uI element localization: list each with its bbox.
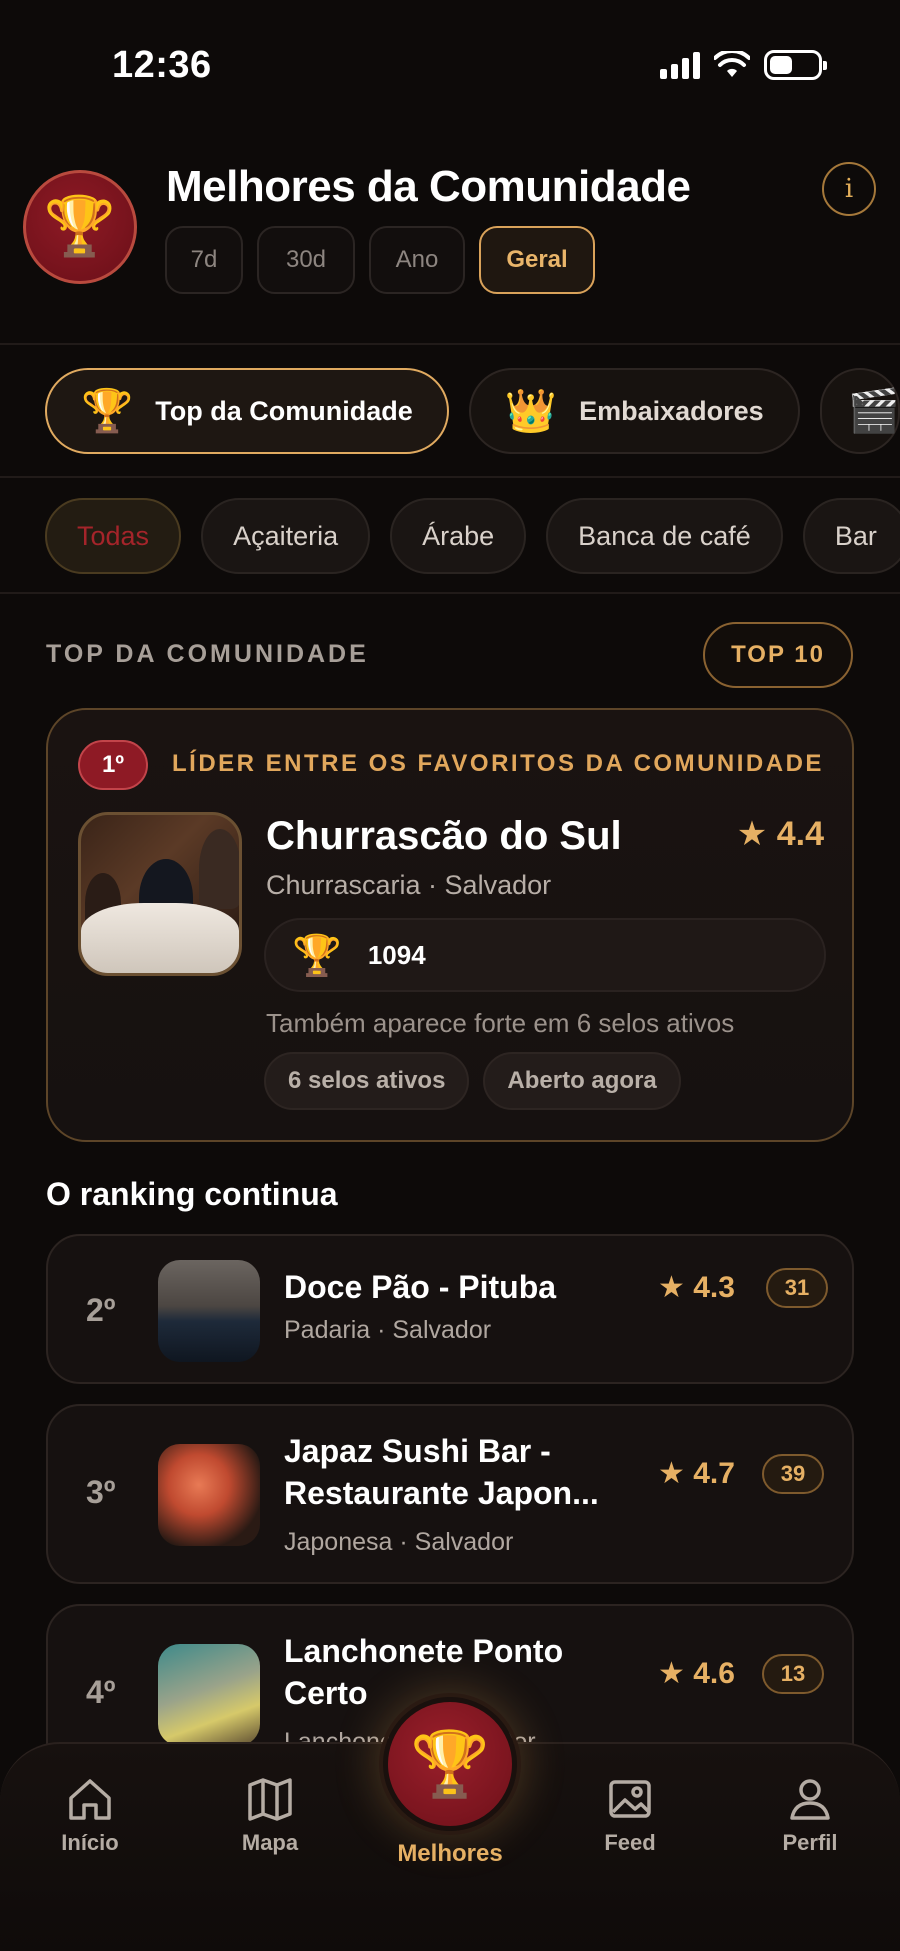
signal-icon	[660, 51, 700, 79]
page-title: Melhores da Comunidade	[166, 162, 691, 211]
section-tabs: 🏆 Top da Comunidade 👑 Embaixadores 🎬	[45, 368, 900, 454]
nav-profile[interactable]: Perfil	[750, 1774, 870, 1856]
status-time: 12:36	[112, 44, 212, 86]
section-label: TOP DA COMUNIDADE	[46, 640, 369, 668]
status-bar: 12:36	[0, 0, 900, 130]
info-button[interactable]: i	[822, 162, 876, 216]
trophy-icon: 🏆	[292, 933, 342, 978]
nav-label: Início	[61, 1830, 119, 1855]
seals-pill: 6 selos ativos	[264, 1052, 470, 1110]
leader-tag: LÍDER ENTRE OS FAVORITOS DA COMUNIDADE	[172, 750, 824, 777]
votes-bar: 🏆 1094	[264, 918, 826, 992]
nav-label: Perfil	[782, 1830, 838, 1855]
restaurant-subtitle: Padaria · Salvador	[284, 1316, 492, 1344]
map-icon	[248, 1778, 292, 1821]
battery-icon	[764, 50, 827, 80]
chip-arabe[interactable]: Árabe	[390, 498, 527, 574]
ranking-title: O ranking continua	[46, 1176, 338, 1212]
restaurant-name: Doce Pão - Pituba	[284, 1269, 557, 1305]
period-ano[interactable]: Ano	[369, 226, 465, 294]
clapper-icon: 🎬	[847, 386, 900, 434]
wifi-icon	[714, 51, 750, 77]
top-10-button[interactable]: TOP 10	[703, 622, 853, 688]
trophy-icon: 🏆	[23, 170, 137, 284]
leader-pills: 6 selos ativos Aberto agora	[264, 1052, 681, 1110]
tab-top-da-comunidade[interactable]: 🏆 Top da Comunidade	[45, 368, 449, 454]
tab-label: Embaixadores	[579, 395, 764, 426]
restaurant-name: Churrascão do Sul	[266, 814, 622, 858]
chip-acaiteria[interactable]: Açaiteria	[201, 498, 371, 574]
rating: ★ 4.7	[658, 1457, 735, 1490]
chip-banca-de-cafe[interactable]: Banca de café	[546, 498, 783, 574]
chip-bar[interactable]: Bar	[802, 498, 900, 574]
period-30d[interactable]: 30d	[257, 226, 355, 294]
open-now-pill: Aberto agora	[483, 1052, 681, 1110]
ranking-item[interactable]: 3º Japaz Sushi Bar - Restaurante Japon..…	[46, 1404, 854, 1584]
period-filter: 7d 30d Ano Geral	[165, 226, 595, 294]
votes-count: 1094	[367, 939, 426, 970]
rating: ★ 4.4	[736, 815, 824, 853]
page-header: 🏆 Melhores da Comunidade i 7d 30d Ano Ge…	[0, 160, 900, 340]
divider	[0, 592, 900, 594]
ranking-item[interactable]: 2º Doce Pão - Pituba Padaria · Salvador …	[46, 1234, 854, 1384]
rank-position: 2º	[86, 1292, 116, 1328]
rank-position: 3º	[86, 1474, 116, 1510]
category-chips: Todas Açaiteria Árabe Banca de café Bar	[45, 498, 900, 574]
nav-best-label: Melhores	[397, 1840, 503, 1867]
home-icon	[69, 1779, 111, 1820]
image-icon	[609, 1780, 651, 1818]
rank-position: 4º	[86, 1674, 116, 1710]
nav-map[interactable]: Mapa	[210, 1774, 330, 1856]
tab-label: Top da Comunidade	[155, 395, 413, 426]
tab-embaixadores[interactable]: 👑 Embaixadores	[468, 368, 800, 454]
status-icons	[660, 50, 827, 80]
chip-todas[interactable]: Todas	[45, 498, 182, 574]
restaurant-photo	[78, 812, 242, 976]
restaurant-subtitle: Japonesa · Salvador	[284, 1528, 514, 1556]
nav-home[interactable]: Início	[30, 1774, 150, 1856]
vote-count-badge: 31	[766, 1268, 828, 1308]
crown-icon: 👑	[504, 386, 558, 434]
restaurant-photo	[158, 1444, 260, 1546]
info-icon: i	[844, 174, 854, 204]
rank-badge: 1º	[78, 740, 148, 790]
nav-best-button[interactable]: 🏆	[383, 1697, 517, 1831]
nav-label: Mapa	[241, 1830, 299, 1855]
divider	[0, 343, 900, 345]
trophy-icon: 🏆	[81, 386, 134, 434]
restaurant-subtitle: Churrascaria · Salvador	[266, 870, 552, 900]
vote-count-badge: 39	[762, 1454, 824, 1494]
nav-feed[interactable]: Feed	[570, 1774, 690, 1856]
period-geral[interactable]: Geral	[479, 226, 595, 294]
vote-count-badge: 13	[762, 1654, 824, 1694]
trophy-icon: 🏆	[410, 1727, 490, 1800]
nav-label: Feed	[604, 1830, 656, 1855]
user-icon	[790, 1779, 830, 1820]
leader-card[interactable]: 1º LÍDER ENTRE OS FAVORITOS DA COMUNIDAD…	[46, 708, 854, 1142]
tab-more[interactable]: 🎬	[819, 368, 900, 454]
restaurant-photo	[158, 1260, 260, 1362]
period-7d[interactable]: 7d	[165, 226, 243, 294]
rating: ★ 4.3	[658, 1271, 735, 1304]
leader-note: Também aparece forte em 6 selos ativos	[266, 1008, 735, 1038]
divider	[0, 476, 900, 478]
restaurant-photo	[158, 1644, 260, 1746]
rating: ★ 4.6	[658, 1657, 735, 1690]
restaurant-name: Japaz Sushi Bar - Restaurante Japon...	[284, 1433, 599, 1511]
